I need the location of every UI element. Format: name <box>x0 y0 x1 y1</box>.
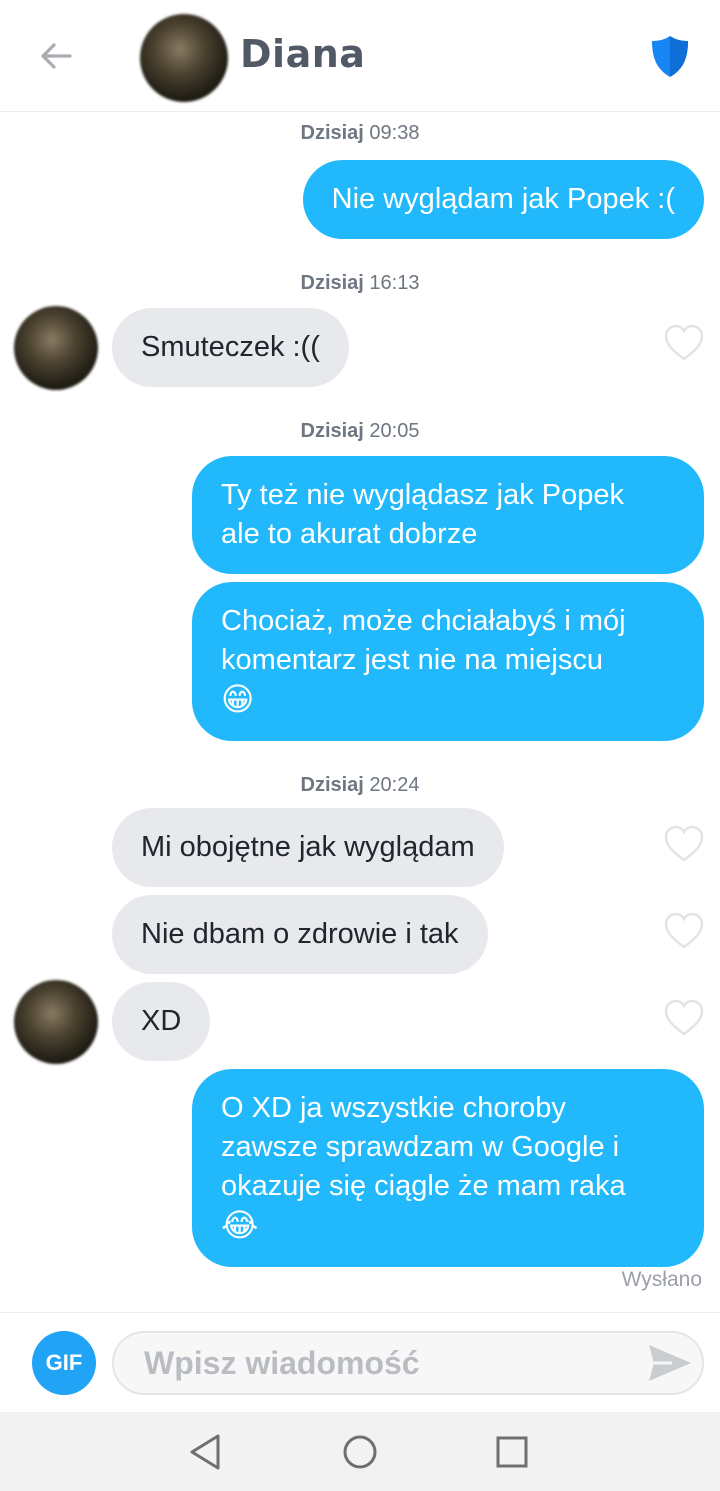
message-text: Chociaż, może chciałabyś i mój <box>221 605 626 637</box>
message-text: Smuteczek :(( <box>141 331 320 363</box>
send-icon[interactable] <box>646 1341 694 1385</box>
delivery-status: Wysłano <box>621 1268 702 1291</box>
message-text: ale to akurat dobrze <box>221 518 478 550</box>
incoming-message[interactable]: Nie dbam o zdrowie i tak <box>112 895 488 974</box>
back-button[interactable] <box>28 30 84 82</box>
message-text: komentarz jest nie na miejscu <box>221 644 603 676</box>
timestamp: Dzisiaj 20:05 <box>0 420 720 443</box>
arrow-left-icon <box>41 43 72 69</box>
shield-icon <box>652 36 688 77</box>
message-text: okazuje się ciągle że mam raka <box>221 1170 626 1202</box>
nav-recents-icon[interactable] <box>490 1430 534 1474</box>
nav-home-icon[interactable] <box>338 1430 382 1474</box>
timestamp-time: 09:38 <box>369 122 420 144</box>
timestamp-day: Dzisiaj <box>300 774 364 796</box>
message-composer: GIF <box>0 1312 720 1412</box>
timestamp: Dzisiaj 20:24 <box>0 774 720 797</box>
message-list[interactable]: Dzisiaj 09:38 Nie wyglądam jak Popek :( … <box>0 112 720 1312</box>
incoming-message[interactable]: XD <box>112 982 211 1061</box>
message-text: XD <box>141 1005 182 1037</box>
timestamp-time: 16:13 <box>369 272 420 294</box>
message-input[interactable] <box>112 1331 704 1395</box>
chat-header: Diana <box>0 0 720 112</box>
message-text: O XD ja wszystkie choroby <box>221 1092 566 1124</box>
heart-icon[interactable] <box>664 999 704 1037</box>
heart-icon[interactable] <box>664 825 704 863</box>
incoming-message[interactable]: Mi obojętne jak wyglądam <box>112 808 504 887</box>
message-text: Ty też nie wyglądasz jak Popek <box>221 479 624 511</box>
timestamp-day: Dzisiaj <box>300 122 364 144</box>
message-text: Nie wyglądam jak Popek :( <box>331 183 675 215</box>
tears-of-joy-emoji: 😂 <box>221 1206 259 1244</box>
timestamp-day: Dzisiaj <box>300 420 364 442</box>
system-navigation-bar <box>0 1412 720 1491</box>
contact-avatar-small[interactable] <box>14 306 98 390</box>
nav-back-icon[interactable] <box>184 1430 228 1474</box>
contact-name[interactable]: Diana <box>240 32 365 76</box>
safety-toolkit-button[interactable] <box>646 32 694 80</box>
outgoing-message[interactable]: Ty też nie wyglądasz jak Popek ale to ak… <box>192 456 704 574</box>
incoming-message[interactable]: Smuteczek :(( <box>112 308 349 387</box>
timestamp: Dzisiaj 09:38 <box>0 122 720 145</box>
heart-icon[interactable] <box>664 912 704 950</box>
message-text: Mi obojętne jak wyglądam <box>141 831 475 863</box>
outgoing-message[interactable]: Nie wyglądam jak Popek :( <box>302 160 704 239</box>
heart-icon[interactable] <box>664 324 704 362</box>
outgoing-message[interactable]: Chociaż, może chciałabyś i mój komentarz… <box>192 582 704 741</box>
timestamp-time: 20:05 <box>369 420 420 442</box>
gif-button[interactable]: GIF <box>32 1331 96 1395</box>
timestamp-day: Dzisiaj <box>300 272 364 294</box>
outgoing-message[interactable]: O XD ja wszystkie choroby zawsze sprawdz… <box>192 1069 704 1267</box>
contact-avatar[interactable] <box>140 14 228 102</box>
contact-avatar-small[interactable] <box>14 980 98 1064</box>
message-text: Nie dbam o zdrowie i tak <box>141 918 459 950</box>
message-text: zawsze sprawdzam w Google i <box>221 1131 620 1163</box>
timestamp: Dzisiaj 16:13 <box>0 272 720 295</box>
grinning-emoji: 😁 <box>221 680 255 718</box>
timestamp-time: 20:24 <box>369 774 420 796</box>
